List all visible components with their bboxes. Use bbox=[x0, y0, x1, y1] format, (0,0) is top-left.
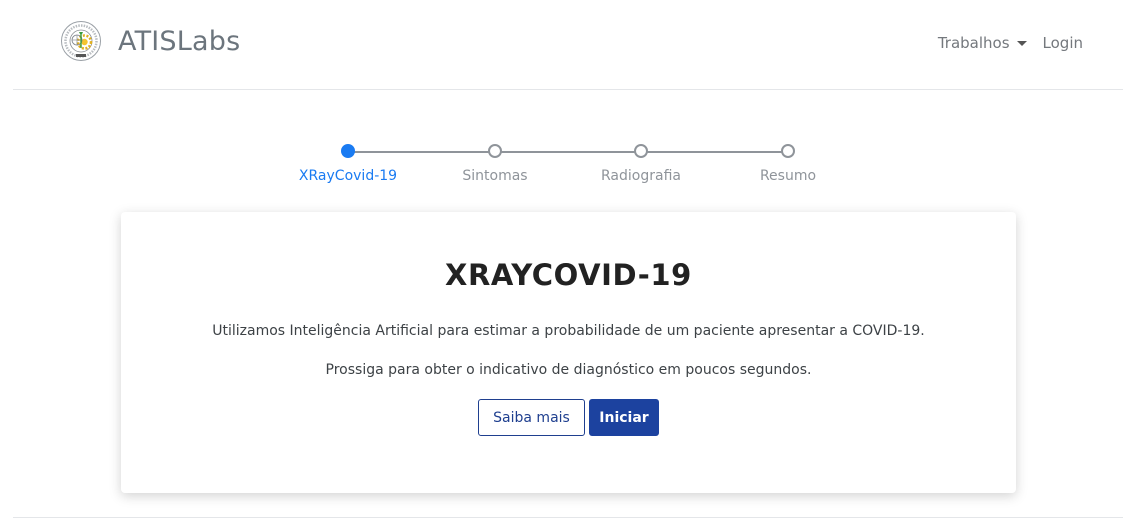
brand-name: ATISLabs bbox=[118, 25, 241, 57]
step-label-sintomas[interactable]: Sintomas bbox=[430, 168, 560, 184]
university-seal-icon bbox=[61, 21, 101, 61]
card-actions: Saiba mais Iniciar bbox=[121, 399, 1016, 436]
step-connector bbox=[495, 151, 641, 153]
card-description: Utilizamos Inteligência Artificial para … bbox=[212, 323, 925, 339]
nav-links: Trabalhos Login bbox=[938, 34, 1083, 52]
iniciar-button[interactable]: Iniciar bbox=[589, 399, 659, 436]
brand-link[interactable]: ATISLabs bbox=[60, 20, 240, 62]
saiba-mais-button[interactable]: Saiba mais bbox=[478, 399, 585, 436]
step-label-xraycovid[interactable]: XRayCovid-19 bbox=[283, 168, 413, 184]
nav-trabalhos-label: Trabalhos bbox=[937, 34, 1010, 52]
step-connector bbox=[641, 151, 788, 153]
step-dot-xraycovid[interactable] bbox=[341, 144, 355, 158]
step-dot-sintomas[interactable] bbox=[488, 144, 502, 158]
step-label-radiografia[interactable]: Radiografia bbox=[576, 168, 706, 184]
step-dot-resumo[interactable] bbox=[781, 144, 795, 158]
nav-trabalhos-dropdown[interactable]: Trabalhos bbox=[938, 34, 1027, 52]
navbar: ATISLabs Trabalhos Login bbox=[13, 0, 1123, 90]
step-label-resumo[interactable]: Resumo bbox=[723, 168, 853, 184]
progress-stepper: XRayCovid-19 Sintomas Radiografia Resumo bbox=[274, 142, 862, 192]
footer-divider bbox=[13, 517, 1123, 518]
step-dot-radiografia[interactable] bbox=[634, 144, 648, 158]
intro-card: XRAYCOVID-19 Utilizamos Inteligência Art… bbox=[121, 212, 1016, 493]
step-connector bbox=[348, 151, 495, 153]
card-title: XRAYCOVID-19 bbox=[445, 258, 692, 292]
caret-down-icon bbox=[1016, 40, 1027, 46]
card-instruction: Prossiga para obter o indicativo de diag… bbox=[325, 362, 812, 378]
nav-login-link[interactable]: Login bbox=[1043, 34, 1083, 52]
